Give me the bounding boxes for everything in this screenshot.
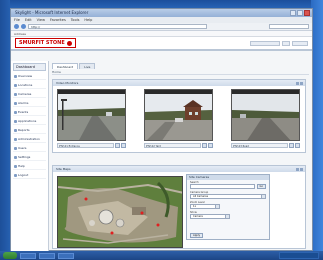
header-search-input[interactable] bbox=[250, 40, 280, 46]
browser-window: Skylight - Microsoft Internet Explorer F… bbox=[10, 8, 313, 251]
camera-feed[interactable]: PTZ-01 Entrance bbox=[57, 89, 126, 149]
menu-file[interactable]: File bbox=[14, 17, 20, 23]
taskbar-item[interactable] bbox=[58, 252, 74, 259]
camera-group-select[interactable]: All Cameras bbox=[190, 194, 266, 199]
zoom-level-select[interactable]: 1x bbox=[190, 204, 220, 209]
content-area: Dashboard Live Home Video Monitors PTZ-0… bbox=[49, 61, 312, 251]
monitor-bezel-top bbox=[0, 0, 323, 8]
zoom-level-value: 1x bbox=[193, 205, 197, 208]
panel-close-icon[interactable] bbox=[300, 81, 303, 85]
sidebar-item[interactable]: Reports bbox=[13, 127, 46, 134]
video-panel-title: Video Monitors bbox=[56, 81, 79, 85]
camera-group-value: All Cameras bbox=[193, 195, 209, 198]
camera-feed[interactable]: PTZ-03 Road bbox=[231, 89, 300, 149]
app-header: SMURFIT STONE bbox=[11, 37, 312, 51]
sidebar-item[interactable]: Administration bbox=[13, 136, 46, 143]
sidebar-item[interactable]: Applications bbox=[13, 118, 46, 125]
company-logo: SMURFIT STONE bbox=[15, 38, 76, 48]
system-tray bbox=[279, 252, 319, 259]
links-label: Address bbox=[14, 32, 26, 36]
header-utilities bbox=[250, 40, 308, 46]
search-input[interactable] bbox=[269, 24, 309, 29]
chevron-down-icon[interactable] bbox=[261, 195, 265, 198]
monitor-bezel-left bbox=[0, 0, 10, 260]
tab-live[interactable]: Live bbox=[79, 63, 96, 69]
camera-settings-icon[interactable] bbox=[289, 142, 294, 148]
camera-image[interactable] bbox=[231, 89, 300, 141]
sidebar-item[interactable]: Cameras bbox=[13, 91, 46, 98]
map-panel: Site Maps Site Cameras Search Go Camera … bbox=[52, 165, 306, 249]
close-button[interactable] bbox=[304, 10, 310, 16]
sidebar-item[interactable]: Help bbox=[13, 163, 46, 170]
maximize-button[interactable] bbox=[297, 10, 303, 16]
camera-image[interactable] bbox=[57, 89, 126, 141]
window-titlebar: Skylight - Microsoft Internet Explorer bbox=[11, 9, 312, 17]
apply-button[interactable]: Apply bbox=[190, 233, 204, 238]
site-aerial-map[interactable] bbox=[57, 176, 183, 248]
camera-fullscreen-icon[interactable] bbox=[121, 142, 126, 148]
sidebar-item[interactable]: Locations bbox=[13, 82, 46, 89]
address-bar[interactable]: http:// bbox=[28, 24, 207, 29]
chevron-down-icon[interactable] bbox=[215, 205, 219, 208]
camera-label: PTZ-01 Entrance bbox=[57, 142, 114, 148]
video-panel: Video Monitors PTZ-01 Entrance PTZ-02 Ya… bbox=[52, 79, 306, 153]
logo-text: SMURFIT STONE bbox=[19, 40, 65, 46]
sidebar-home[interactable]: Dashboard bbox=[13, 63, 46, 71]
breadcrumb: Home bbox=[52, 69, 309, 75]
logo-circle-icon bbox=[66, 40, 72, 46]
camera-label: PTZ-02 Yard bbox=[144, 142, 201, 148]
search-field[interactable] bbox=[190, 184, 255, 189]
header-menu[interactable] bbox=[292, 40, 308, 46]
camera-image[interactable] bbox=[144, 89, 213, 141]
camera-fullscreen-icon[interactable] bbox=[208, 142, 213, 148]
forward-icon[interactable] bbox=[21, 24, 26, 29]
show-value: Camera bbox=[193, 215, 203, 218]
minimize-button[interactable] bbox=[290, 10, 296, 16]
show-select[interactable]: Camera bbox=[190, 214, 230, 219]
main-area: Dashboard Overview Locations Cameras Ala… bbox=[11, 61, 312, 251]
menu-favorites[interactable]: Favorites bbox=[50, 17, 66, 23]
browser-toolbar: http:// bbox=[11, 23, 312, 31]
camera-label: PTZ-03 Road bbox=[231, 142, 288, 148]
go-button[interactable]: Go bbox=[256, 184, 266, 189]
taskbar-item[interactable] bbox=[20, 252, 36, 259]
sidebar-item[interactable]: Logout bbox=[13, 172, 46, 179]
camera-feed[interactable]: PTZ-02 Yard bbox=[144, 89, 213, 149]
panel-close-icon[interactable] bbox=[300, 167, 303, 171]
camera-settings-icon[interactable] bbox=[115, 142, 120, 148]
camera-fullscreen-icon[interactable] bbox=[295, 142, 300, 148]
sidebar-item[interactable]: Overview bbox=[13, 73, 46, 80]
sidebar-item[interactable]: Alarms bbox=[13, 100, 46, 107]
sidebar-item[interactable]: Events bbox=[13, 109, 46, 116]
taskbar-item[interactable] bbox=[39, 252, 55, 259]
form-label: Zoom Level bbox=[190, 201, 205, 204]
menu-edit[interactable]: Edit bbox=[25, 17, 32, 23]
site-cameras-form: Site Cameras Search Go Camera Group All … bbox=[186, 174, 270, 240]
camera-settings-icon[interactable] bbox=[202, 142, 207, 148]
chevron-down-icon[interactable] bbox=[225, 215, 229, 218]
menu-view[interactable]: View bbox=[37, 17, 45, 23]
sidebar-item[interactable]: Users bbox=[13, 145, 46, 152]
start-button[interactable] bbox=[3, 252, 17, 259]
sidebar: Dashboard Overview Locations Cameras Ala… bbox=[11, 61, 49, 251]
windows-taskbar bbox=[0, 251, 323, 260]
sidebar-item[interactable]: Settings bbox=[13, 154, 46, 161]
panel-minimize-icon[interactable] bbox=[296, 81, 299, 85]
menu-tools[interactable]: Tools bbox=[71, 17, 80, 23]
back-icon[interactable] bbox=[14, 24, 19, 29]
map-panel-title: Site Maps bbox=[56, 167, 71, 171]
panel-minimize-icon[interactable] bbox=[296, 167, 299, 171]
menu-help[interactable]: Help bbox=[84, 17, 92, 23]
window-title: Skylight - Microsoft Internet Explorer bbox=[15, 10, 89, 15]
header-button[interactable] bbox=[282, 40, 290, 46]
